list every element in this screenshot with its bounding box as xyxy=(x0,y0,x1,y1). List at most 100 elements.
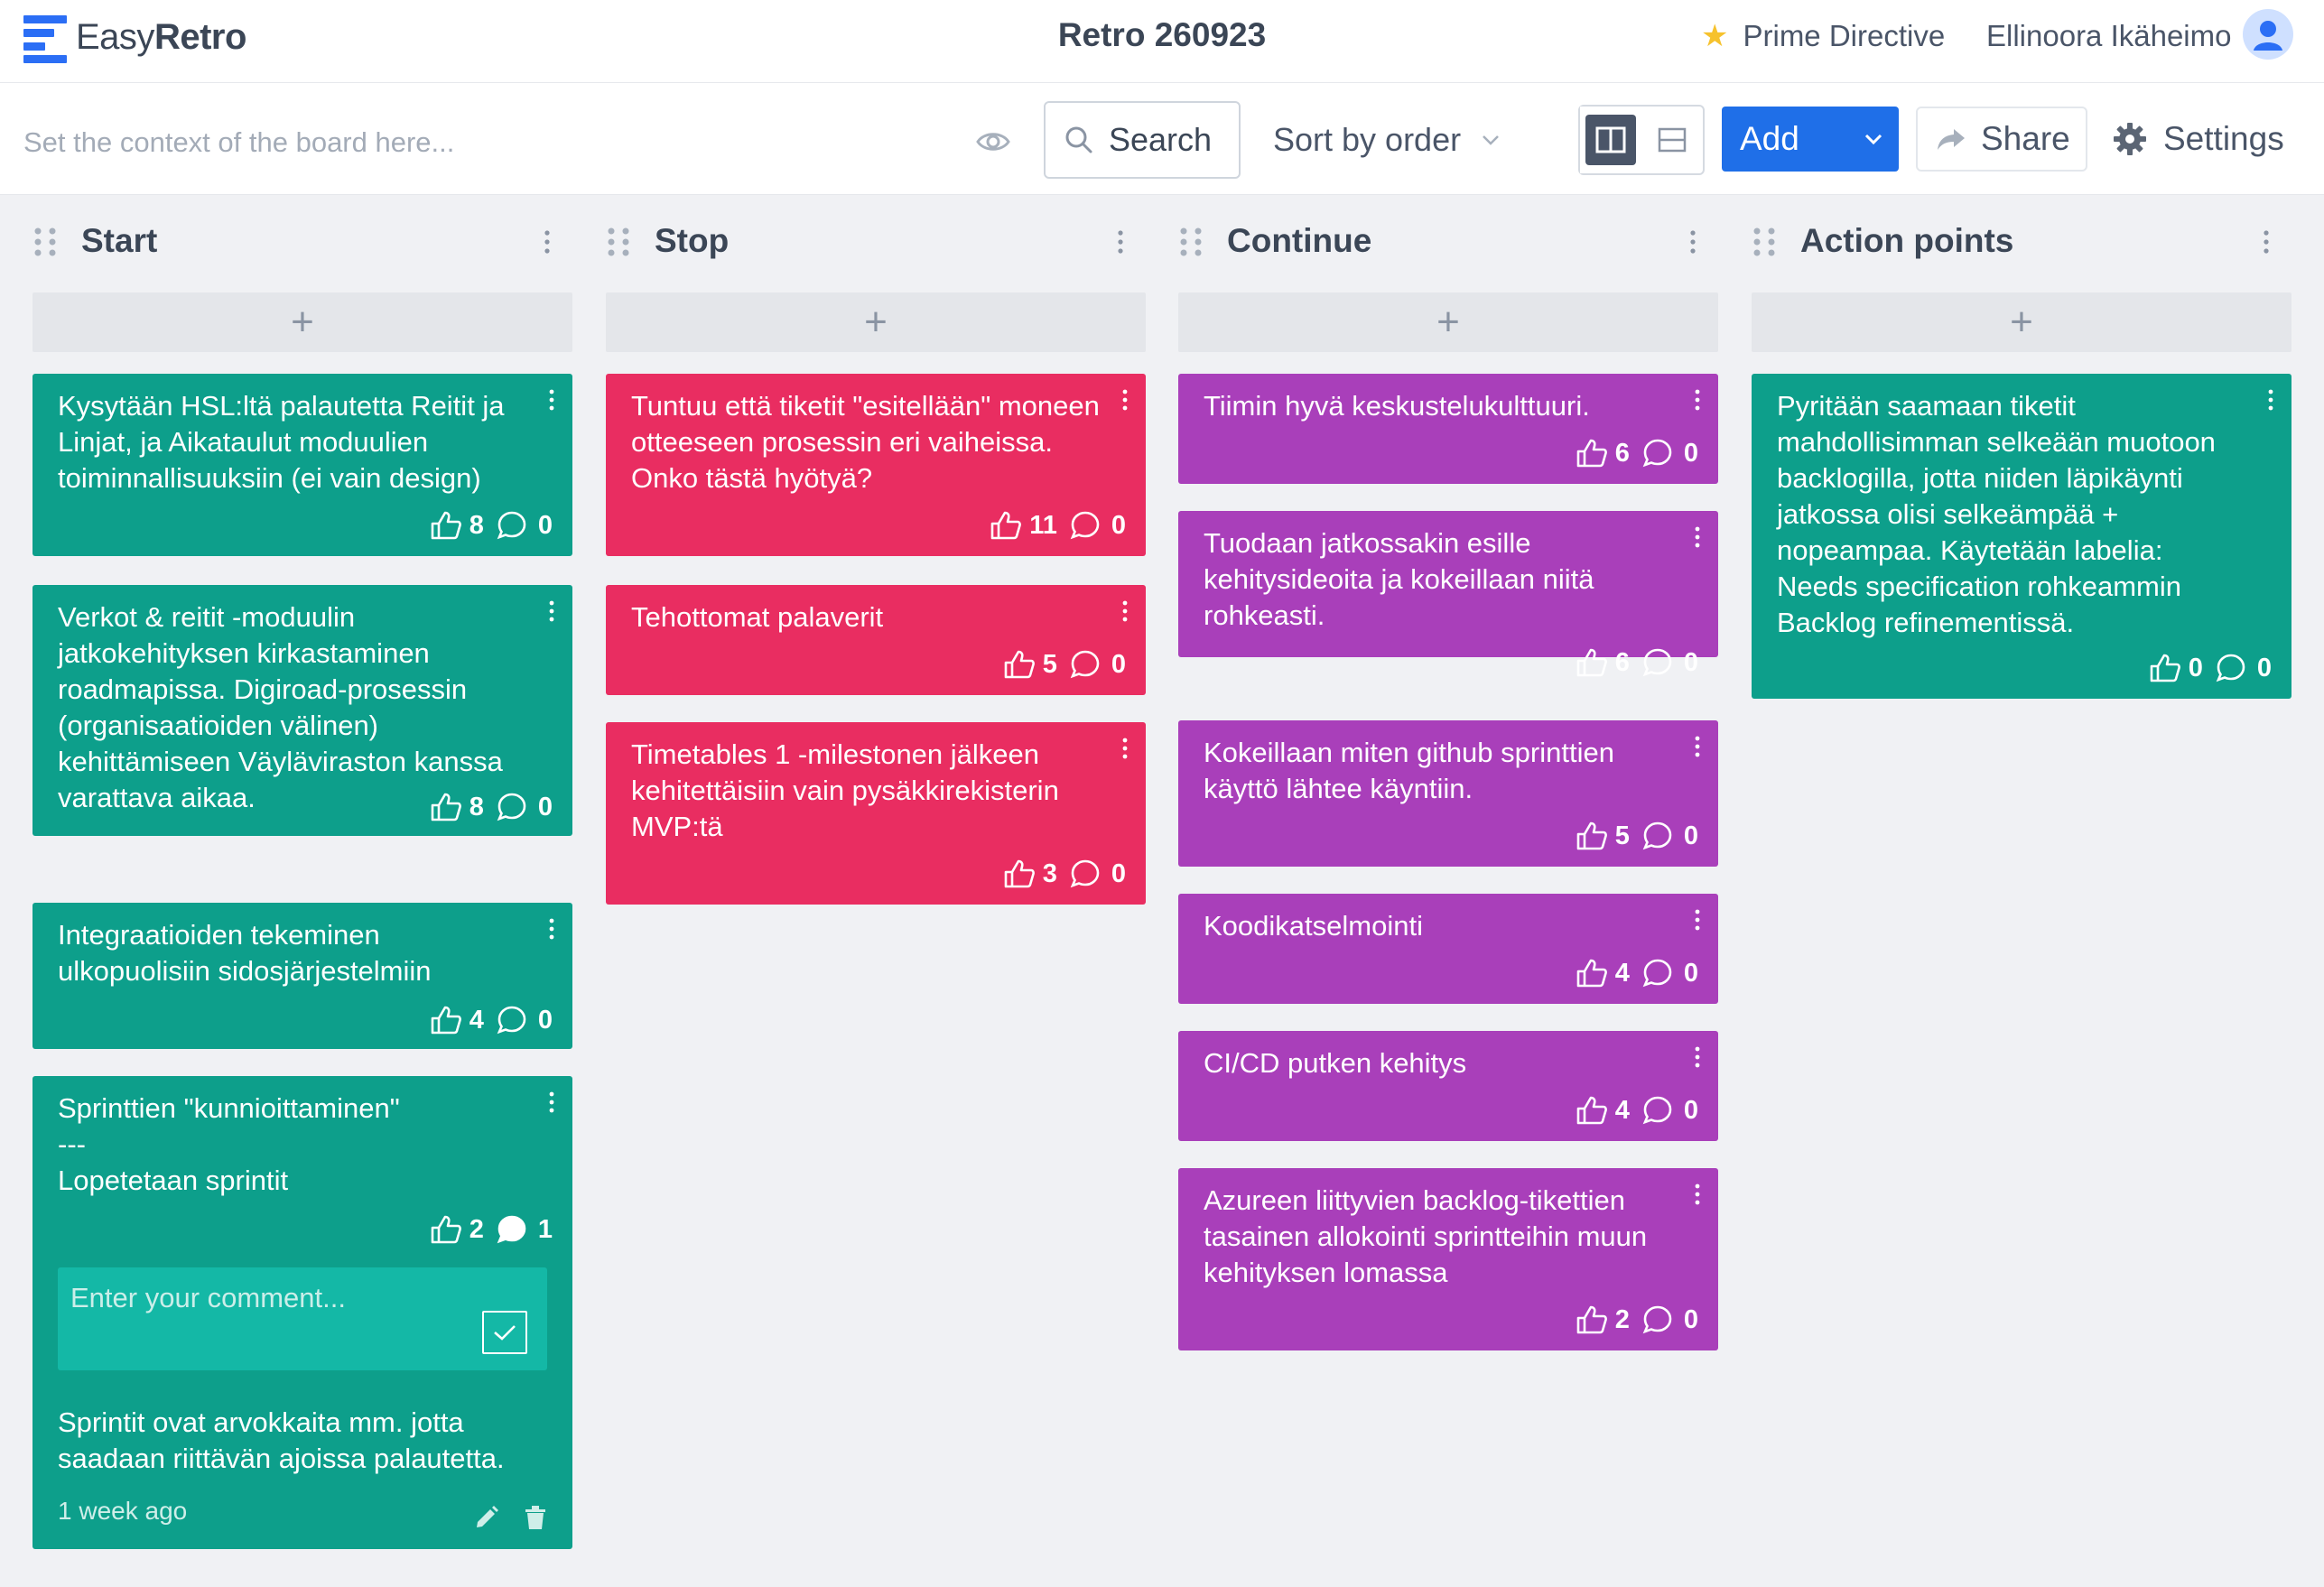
card-menu-icon[interactable] xyxy=(2266,388,2275,412)
like-button[interactable]: 6 xyxy=(1576,647,1630,678)
like-button[interactable]: 6 xyxy=(1576,438,1630,469)
eye-icon[interactable] xyxy=(975,119,1015,164)
user-name[interactable]: Ellinoora Ikäheimo xyxy=(1986,16,2231,56)
like-button[interactable]: 2 xyxy=(430,1214,484,1245)
card-menu-icon[interactable] xyxy=(1120,388,1129,412)
easyretro-logo[interactable]: EasyRetro xyxy=(23,9,246,65)
column-title[interactable]: Stop xyxy=(655,222,729,260)
trash-icon[interactable] xyxy=(524,1504,547,1531)
card-menu-icon[interactable] xyxy=(547,1090,556,1114)
add-button[interactable]: Add xyxy=(1722,107,1899,172)
column-title[interactable]: Continue xyxy=(1227,222,1371,260)
search-button[interactable]: Search xyxy=(1044,101,1241,179)
comment-input[interactable] xyxy=(70,1280,450,1316)
thumbs-up-icon xyxy=(990,511,1022,540)
comment-button[interactable]: 0 xyxy=(1642,958,1698,988)
more-vertical-icon[interactable] xyxy=(1687,229,1698,255)
card-menu-icon[interactable] xyxy=(547,599,556,623)
comment-button[interactable]: 0 xyxy=(1070,858,1126,889)
add-card-button[interactable]: + xyxy=(606,292,1146,352)
more-vertical-icon[interactable] xyxy=(2261,229,2272,255)
board-title[interactable]: Retro 260923 xyxy=(1058,16,1266,53)
like-button[interactable]: 0 xyxy=(2149,653,2203,683)
card[interactable]: Tehottomat palaverit 5 0 xyxy=(606,585,1146,695)
comment-button[interactable]: 0 xyxy=(1642,438,1698,469)
comment-button[interactable]: 0 xyxy=(2216,653,2272,683)
drag-handle-icon[interactable] xyxy=(1178,226,1204,258)
sort-dropdown[interactable]: Sort by order xyxy=(1273,101,1501,179)
like-button[interactable]: 5 xyxy=(1003,649,1057,680)
comment-button[interactable]: 0 xyxy=(497,1005,553,1035)
column-title[interactable]: Start xyxy=(81,222,157,260)
like-count: 4 xyxy=(469,1005,484,1035)
like-count: 8 xyxy=(469,510,484,540)
prime-directive-label: Prime Directive xyxy=(1743,19,1946,52)
thumbs-up-icon xyxy=(1576,1096,1607,1125)
card[interactable]: Timetables 1 -milestonen jälkeen kehitet… xyxy=(606,722,1146,905)
comment-button[interactable]: 0 xyxy=(1642,1304,1698,1335)
drag-handle-icon[interactable] xyxy=(1752,226,1777,258)
like-button[interactable]: 4 xyxy=(1576,958,1630,988)
card[interactable]: Kysytään HSL:ltä palautetta Reitit ja Li… xyxy=(33,374,572,556)
comment-button[interactable]: 0 xyxy=(497,510,553,541)
card-menu-icon[interactable] xyxy=(1693,908,1702,932)
card-stats: 6 0 xyxy=(1576,435,1698,471)
add-card-button[interactable]: + xyxy=(1752,292,2291,352)
card[interactable]: Koodikatselmointi 4 0 xyxy=(1178,894,1718,1004)
card[interactable]: Tuodaan jatkossakin esille kehitysideoit… xyxy=(1178,511,1718,677)
card-menu-icon[interactable] xyxy=(1693,1183,1702,1206)
board-context-input[interactable] xyxy=(23,117,971,168)
like-button[interactable]: 5 xyxy=(1576,821,1630,851)
like-button[interactable]: 3 xyxy=(1003,858,1057,889)
like-button[interactable]: 2 xyxy=(1576,1304,1630,1335)
like-button[interactable]: 8 xyxy=(430,510,484,541)
card-menu-icon[interactable] xyxy=(1693,525,1702,549)
card[interactable]: Kokeillaan miten github sprinttien käytt… xyxy=(1178,720,1718,867)
drag-handle-icon[interactable] xyxy=(606,226,631,258)
card-menu-icon[interactable] xyxy=(1693,735,1702,758)
card[interactable]: Verkot & reitit -moduulin jatkokehitykse… xyxy=(33,585,572,836)
card[interactable]: Tuntuu että tiketit "esitellään" moneen … xyxy=(606,374,1146,556)
settings-button[interactable]: Settings xyxy=(2113,107,2284,172)
like-button[interactable]: 4 xyxy=(430,1005,484,1035)
comment-icon xyxy=(1642,959,1672,988)
card-menu-icon[interactable] xyxy=(1693,388,1702,412)
comment-button[interactable]: 1 xyxy=(497,1214,553,1245)
submit-comment-button[interactable] xyxy=(482,1311,527,1354)
avatar[interactable] xyxy=(2243,9,2293,60)
card[interactable]: Pyritään saamaan tiketit mahdollisimman … xyxy=(1752,374,2291,699)
more-vertical-icon[interactable] xyxy=(1115,229,1126,255)
card-menu-icon[interactable] xyxy=(1693,1045,1702,1069)
card-menu-icon[interactable] xyxy=(547,388,556,412)
comment-button[interactable]: 0 xyxy=(1642,647,1698,678)
like-button[interactable]: 11 xyxy=(990,510,1057,541)
comment-button[interactable]: 0 xyxy=(1642,1095,1698,1126)
card[interactable]: Integraatioiden tekeminen ulkopuolisiin … xyxy=(33,903,572,1049)
column-title[interactable]: Action points xyxy=(1800,222,2013,260)
prime-directive-button[interactable]: ★ Prime Directive xyxy=(1701,16,1945,56)
more-vertical-icon[interactable] xyxy=(542,229,553,255)
like-button[interactable]: 4 xyxy=(1576,1095,1630,1126)
card-menu-icon[interactable] xyxy=(547,917,556,941)
edit-icon[interactable] xyxy=(473,1504,500,1531)
share-button[interactable]: Share xyxy=(1916,107,2087,172)
add-card-button[interactable]: + xyxy=(33,292,572,352)
card[interactable]: Sprinttien "kunnioittaminen" --- Lopetet… xyxy=(33,1076,572,1549)
comment-button[interactable]: 0 xyxy=(1642,821,1698,851)
drag-handle-icon[interactable] xyxy=(33,226,58,258)
chevron-down-icon[interactable] xyxy=(1848,133,1899,145)
comment-button[interactable]: 0 xyxy=(1070,649,1126,680)
comment-button[interactable]: 0 xyxy=(1070,510,1126,541)
card-text: Kysytään HSL:ltä palautetta Reitit ja Li… xyxy=(58,390,505,494)
like-button[interactable]: 8 xyxy=(430,792,484,822)
comment-text: Sprintit ovat arvokkaita mm. jotta saada… xyxy=(58,1406,505,1474)
card[interactable]: CI/CD putken kehitys 4 0 xyxy=(1178,1031,1718,1141)
card[interactable]: Azureen liittyvien backlog-tikettien tas… xyxy=(1178,1168,1718,1350)
add-card-button[interactable]: + xyxy=(1178,292,1718,352)
card[interactable]: Tiimin hyvä keskustelukulttuuri. 6 0 xyxy=(1178,374,1718,484)
comment-button[interactable]: 0 xyxy=(497,792,553,822)
card-menu-icon[interactable] xyxy=(1120,737,1129,760)
row-view-button[interactable] xyxy=(1641,107,1703,173)
column-view-button[interactable] xyxy=(1580,107,1641,173)
card-menu-icon[interactable] xyxy=(1120,599,1129,623)
